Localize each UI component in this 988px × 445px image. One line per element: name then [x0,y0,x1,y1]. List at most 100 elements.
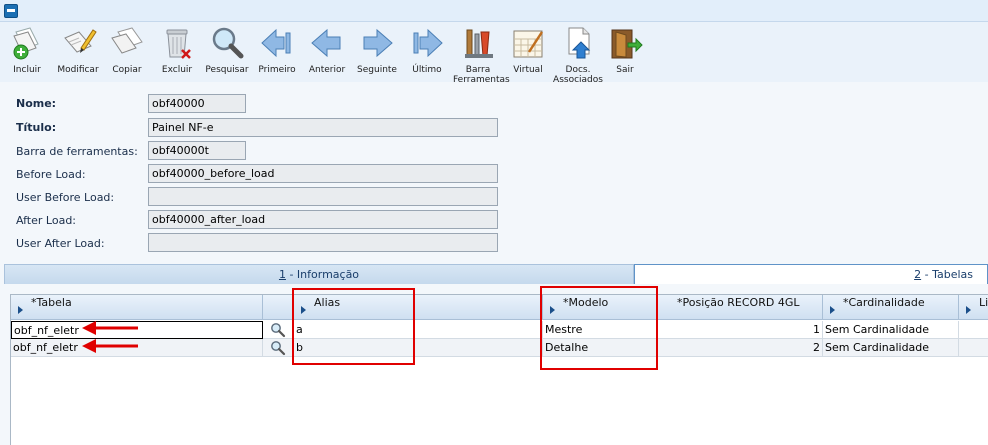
search-icon[interactable] [270,340,286,356]
tab-informacao-number: 1 [278,268,286,281]
posicao-cell[interactable]: 2 [657,339,823,357]
virtual-label: Virtual [513,65,543,75]
red-arrow-icon [82,339,138,353]
barra-ferramentas-label: Barra Ferramentas [453,65,510,85]
excluir-label: Excluir [161,65,193,75]
first-arrow-icon [261,28,291,58]
modificar-label: Modificar [57,65,99,75]
cardinalidade-cell[interactable]: Sem Cardinalidade [823,321,959,339]
column-header-cardinalidade[interactable]: *Cardinalidade [823,295,959,320]
add-document-icon [13,27,39,60]
column-header-modelo[interactable]: *Modelo [543,295,657,320]
tab-tabelas-label: - Tabelas [921,268,973,281]
trash-icon [166,29,191,59]
sort-arrow-icon [18,306,23,314]
titulo-label: Título: [16,121,57,134]
column-header-tabela[interactable]: *Tabela [11,295,263,320]
copiar-label: Copiar [112,65,142,75]
modificar-button[interactable]: Modificar [53,24,103,82]
tab-tabelas[interactable]: 2 - Tabelas [634,264,988,284]
docs-associados-button[interactable]: Docs. Associados [553,24,603,85]
table-row[interactable]: obf_nf_eletr b Detalhe 2 Sem Cardinalida… [11,339,988,357]
sair-label: Sair [616,65,634,75]
ultimo-label: Último [412,65,442,75]
tab-strip: 1 - Informação 2 - Tabelas [0,262,988,284]
after-load-label: After Load: [16,214,77,227]
excluir-button[interactable]: Excluir [152,24,202,82]
ultimo-button[interactable]: Último [402,24,452,82]
incluir-button[interactable]: Incluir [2,24,52,82]
tab-informacao-label: - Informação [285,268,360,281]
seguinte-button[interactable]: Seguinte [352,24,402,82]
user-after-load-field[interactable] [148,233,498,252]
seguinte-label: Seguinte [357,65,397,75]
modelo-cell[interactable]: Mestre [543,321,657,339]
left-arrow-icon [311,28,341,58]
titulo-field[interactable]: Painel NF-e [148,118,498,137]
docs-associados-label: Docs. Associados [553,65,603,85]
column-header-alias-label: Alias [314,296,341,309]
lookup-cell[interactable] [263,321,294,339]
before-load-field[interactable]: obf40000_before_load [148,164,498,183]
copiar-button[interactable]: Copiar [102,24,152,82]
right-arrow-icon [363,28,393,58]
before-load-label: Before Load: [16,168,86,181]
pesquisar-button[interactable]: Pesquisar [202,24,252,82]
tab-informacao[interactable]: 1 - Informação [4,264,634,284]
column-header-posicao[interactable]: *Posição RECORD 4GL [657,295,823,320]
alias-cell[interactable]: a [294,321,543,339]
posicao-cell[interactable]: 1 [657,321,823,339]
form-panel: Nome: obf40000 Título: Painel NF-e Barra… [0,88,988,258]
user-before-load-field[interactable] [148,187,498,206]
anterior-label: Anterior [308,65,346,75]
sort-arrow-icon [966,306,971,314]
magnifier-icon [212,27,244,59]
column-header-cardinalidade-label: *Cardinalidade [843,296,925,309]
title-bar [0,0,988,22]
nome-label: Nome: [16,97,57,110]
column-header-tabela-label: *Tabela [31,296,72,309]
column-header-posicao-label: *Posição RECORD 4GL [677,296,800,309]
copy-document-icon [111,27,143,54]
column-header-li[interactable]: Li [959,295,988,320]
alias-cell[interactable]: b [294,339,543,357]
sort-arrow-icon [550,306,555,314]
pesquisar-label: Pesquisar [205,65,249,75]
user-before-load-label: User Before Load: [16,191,115,204]
barra-ferramentas-label: Barra de ferramentas: [16,145,138,158]
tools-icon [465,29,493,58]
sort-arrow-icon [830,306,835,314]
incluir-label: Incluir [13,65,41,75]
modelo-cell[interactable]: Detalhe [543,339,657,357]
li-cell[interactable] [959,321,988,339]
column-header-li-label: Li [979,296,988,309]
red-arrow-icon [82,321,138,335]
virtual-button[interactable]: Virtual [503,24,553,82]
column-header-alias[interactable]: Alias [294,295,543,320]
window-menu-icon[interactable] [4,4,18,18]
table-row[interactable]: obf_nf_eletr a Mestre 1 Sem Cardinalidad… [11,321,988,339]
after-load-field[interactable]: obf40000_after_load [148,210,498,229]
barra-ferramentas-button[interactable]: Barra Ferramentas [453,24,510,85]
primeiro-label: Primeiro [258,65,296,75]
user-after-load-label: User After Load: [16,237,105,250]
upload-document-icon [568,27,591,59]
sort-arrow-icon [301,306,306,314]
tables-grid: *Tabela Alias *Modelo *Posição RECORD 4G… [10,294,988,445]
barra-ferramentas-field[interactable]: obf40000t [148,141,246,160]
exit-door-icon [611,29,643,59]
lookup-cell[interactable] [263,339,294,357]
cardinalidade-cell[interactable]: Sem Cardinalidade [823,339,959,357]
search-icon[interactable] [270,322,286,338]
edit-document-icon [64,29,97,53]
column-header-lookup [263,295,294,320]
sair-button[interactable]: Sair [600,24,650,82]
calendar-icon [513,30,544,58]
toolbar: Incluir Modificar Copiar Excluir Pesquis… [0,22,988,85]
li-cell[interactable] [959,339,988,357]
column-header-modelo-label: *Modelo [563,296,609,309]
anterior-button[interactable]: Anterior [302,24,352,82]
last-arrow-icon [413,28,443,58]
primeiro-button[interactable]: Primeiro [252,24,302,82]
nome-field[interactable]: obf40000 [148,94,246,113]
